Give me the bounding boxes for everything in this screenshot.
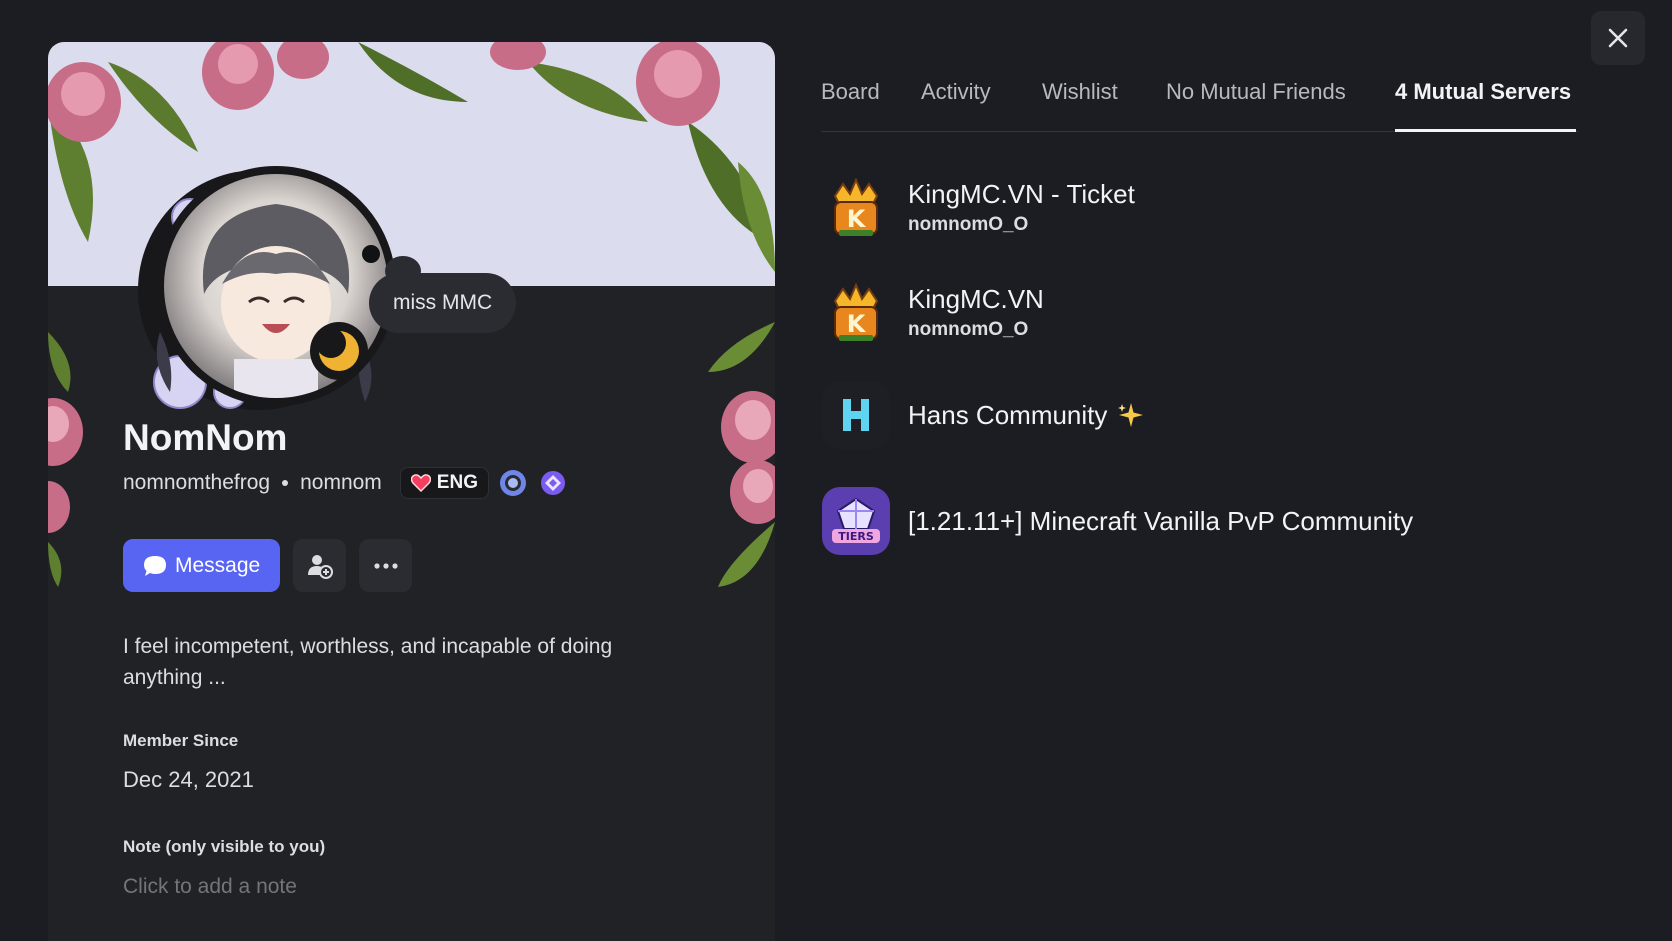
pronouns: nomnom	[300, 471, 382, 494]
member-since-date: Dec 24, 2021	[123, 767, 254, 792]
tab-activity[interactable]: Activity	[921, 79, 991, 105]
server-item[interactable]: K KingMC.VN nomnomO_O	[822, 277, 1044, 347]
tab-board[interactable]: Board	[821, 79, 880, 105]
server-nickname: nomnomO_O	[908, 213, 1029, 235]
server-name: KingMC.VN - Ticket	[908, 178, 1135, 209]
diamond-badge-icon	[540, 471, 565, 495]
moon-icon	[318, 330, 359, 371]
member-since-label: Member Since	[123, 731, 239, 750]
username[interactable]: nomnomthefrog	[123, 471, 270, 495]
server-item[interactable]: K KingMC.VN - Ticket nomnomO_O	[822, 172, 1135, 242]
crown-logo-icon: K	[833, 282, 879, 341]
note-label: Note (only visible to you)	[123, 837, 326, 856]
sparkles-icon	[1118, 403, 1144, 427]
username-row: nomnomthefrog nomnom ENG	[123, 467, 569, 499]
status-bubble-dot	[362, 245, 380, 263]
tab-mutual-friends[interactable]: No Mutual Friends	[1166, 79, 1346, 105]
tiers-logo-icon: TIERS	[832, 497, 880, 543]
h-logo-icon	[843, 399, 869, 431]
server-tag[interactable]: ENG	[399, 467, 489, 499]
server-icon: K	[822, 278, 890, 346]
add-friend-button[interactable]	[293, 539, 347, 592]
close-button[interactable]	[1591, 11, 1645, 65]
server-tag-label: ENG	[436, 472, 478, 493]
server-icon: K	[822, 173, 890, 241]
server-name: [1.21.11+] Minecraft Vanilla PvP Communi…	[908, 505, 1414, 536]
status-idle-indicator	[310, 322, 368, 380]
gear-badge-icon	[499, 470, 526, 496]
server-item[interactable]: TIERS [1.21.11+] Minecraft Vanilla PvP C…	[822, 486, 1413, 556]
quest-badge-icon[interactable]	[537, 467, 569, 499]
custom-status-bubble[interactable]: miss MMC	[369, 273, 517, 333]
close-icon	[1608, 28, 1628, 48]
server-name: Hans Community	[908, 399, 1108, 430]
server-name: KingMC.VN	[908, 283, 1044, 314]
tab-mutual-servers[interactable]: 4 Mutual Servers	[1395, 79, 1571, 105]
message-label: Message	[175, 553, 261, 577]
svg-text:K: K	[847, 310, 867, 338]
crown-logo-icon: K	[833, 177, 879, 236]
add-friend-icon	[307, 554, 333, 579]
display-name: NomNom	[123, 417, 288, 458]
svg-text:TIERS: TIERS	[838, 530, 874, 543]
profile-actions: Message	[123, 539, 413, 592]
heart-icon	[410, 474, 431, 492]
server-item[interactable]: Hans Community	[822, 380, 1145, 450]
profile-card: miss MMC NomNom nomnomthefrog nomnom ENG	[48, 42, 775, 941]
server-icon	[822, 381, 890, 449]
separator-dot	[282, 480, 289, 486]
chat-bubble-icon	[144, 555, 166, 576]
hypesquad-badge-icon[interactable]	[497, 467, 529, 499]
profile-tabs: Board Activity Wishlist No Mutual Friend…	[821, 72, 1578, 132]
message-button[interactable]: Message	[123, 539, 281, 592]
svg-text:K: K	[847, 205, 867, 233]
server-nickname: nomnomO_O	[908, 318, 1029, 340]
bio-text: I feel incompetent, worthless, and incap…	[123, 635, 613, 689]
note-input[interactable]	[123, 875, 623, 899]
active-tab-indicator	[1395, 129, 1576, 132]
more-horizontal-icon	[374, 562, 398, 569]
tab-wishlist[interactable]: Wishlist	[1042, 79, 1118, 105]
more-options-button[interactable]	[359, 539, 413, 592]
server-icon: TIERS	[822, 487, 890, 555]
